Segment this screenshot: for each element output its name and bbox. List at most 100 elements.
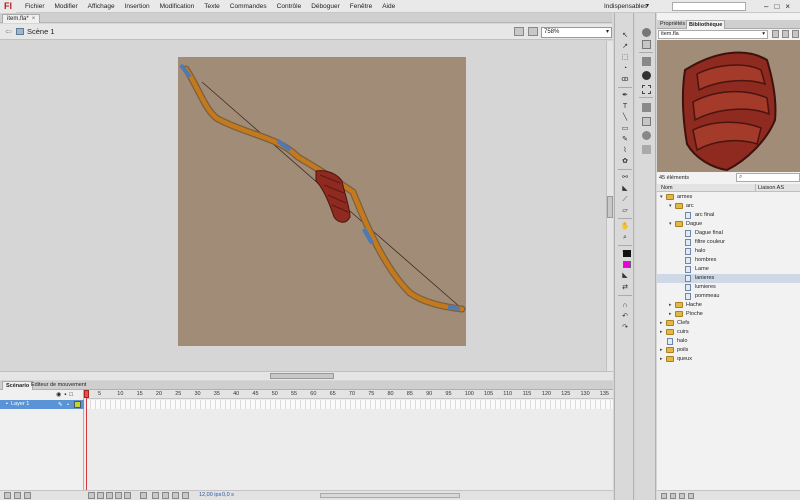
- column-name-header[interactable]: Nom: [661, 184, 673, 192]
- menu-fichier[interactable]: Fichier: [20, 0, 50, 13]
- line-tool-icon[interactable]: ╲: [620, 113, 630, 122]
- column-linkage-header[interactable]: Liaison AS: [755, 184, 784, 192]
- snap-magnet-icon[interactable]: ∩: [620, 301, 630, 310]
- color-panel-icon[interactable]: [642, 28, 651, 37]
- tab-properties[interactable]: Propriétés: [658, 20, 687, 29]
- timeline-scrollbar[interactable]: [320, 493, 460, 498]
- stroke-color-swatch[interactable]: [623, 250, 631, 257]
- next-frame-icon[interactable]: [115, 492, 122, 499]
- bone-tool-icon[interactable]: ⚯: [620, 173, 630, 182]
- delete-icon[interactable]: [688, 493, 694, 499]
- tab-library[interactable]: Bibliothèque: [686, 20, 726, 29]
- back-arrow-icon[interactable]: ⇦: [5, 27, 12, 36]
- play-icon[interactable]: [106, 492, 113, 499]
- timeline-ruler[interactable]: 1510152025303540455055606570758085909510…: [86, 390, 613, 399]
- menu-insertion[interactable]: Insertion: [120, 0, 155, 13]
- help-search-input[interactable]: [672, 2, 746, 11]
- motion-presets-icon[interactable]: [642, 131, 651, 140]
- library-item[interactable]: pommeau: [657, 292, 800, 301]
- new-layer-icon[interactable]: [4, 492, 11, 499]
- new-folder-icon[interactable]: [670, 493, 676, 499]
- new-symbol-icon[interactable]: [661, 493, 667, 499]
- playhead-handle[interactable]: [84, 390, 89, 398]
- menu-affichage[interactable]: Affichage: [83, 0, 120, 13]
- pencil-tool-icon[interactable]: ✎: [620, 135, 630, 144]
- new-library-panel-icon[interactable]: [782, 30, 789, 38]
- scrollbar-thumb[interactable]: [607, 196, 613, 218]
- library-item[interactable]: hombres: [657, 256, 800, 265]
- library-item[interactable]: ▸ poils: [657, 346, 800, 355]
- zoom-tool-icon[interactable]: ⌕: [620, 233, 630, 242]
- first-frame-icon[interactable]: [88, 492, 95, 499]
- library-item[interactable]: Lame: [657, 265, 800, 274]
- timeline-frames[interactable]: [86, 400, 613, 409]
- smooth-icon[interactable]: ↶: [620, 312, 630, 321]
- tab-motion-editor[interactable]: Editeur de mouvement: [28, 381, 89, 390]
- menu-aide[interactable]: Aide: [377, 0, 400, 13]
- onion-outline-icon[interactable]: [162, 492, 169, 499]
- library-search-input[interactable]: ⌕: [736, 173, 800, 182]
- chevron-right-icon[interactable]: ▸: [660, 346, 663, 355]
- info-panel-icon[interactable]: [642, 71, 651, 80]
- workspace-switcher[interactable]: Indispensables: [604, 0, 647, 13]
- align-panel-icon[interactable]: [642, 57, 651, 66]
- deco-tool-icon[interactable]: ✿: [620, 157, 630, 166]
- stage-area[interactable]: [0, 41, 606, 371]
- onion-markers-icon[interactable]: [182, 492, 189, 499]
- zoom-select[interactable]: 758% ▾: [541, 27, 612, 38]
- chevron-down-icon[interactable]: ▾: [660, 193, 663, 202]
- bow-artwork[interactable]: [178, 57, 466, 346]
- library-item[interactable]: ▾ Dague: [657, 220, 800, 229]
- paint-bucket-tool-icon[interactable]: ◣: [620, 184, 630, 193]
- subselection-tool-icon[interactable]: ↗: [620, 42, 630, 51]
- hand-tool-icon[interactable]: ✋: [620, 222, 630, 231]
- eraser-tool-icon[interactable]: ▱: [620, 206, 630, 215]
- library-item[interactable]: ▸ Pioche: [657, 310, 800, 319]
- chevron-right-icon[interactable]: ▸: [660, 355, 663, 364]
- close-icon[interactable]: ×: [32, 16, 36, 22]
- chevron-right-icon[interactable]: ▸: [660, 319, 663, 328]
- loop-icon[interactable]: [140, 492, 147, 499]
- edit-scene-icon[interactable]: [514, 27, 524, 36]
- library-item[interactable]: ▸ Hache: [657, 301, 800, 310]
- library-item[interactable]: Dague final: [657, 229, 800, 238]
- menu-texte[interactable]: Texte: [199, 0, 225, 13]
- straighten-icon[interactable]: ↷: [620, 323, 630, 332]
- playhead[interactable]: [86, 390, 87, 490]
- brush-tool-icon[interactable]: ⌇: [620, 146, 630, 155]
- library-item[interactable]: ▾ armes: [657, 193, 800, 202]
- document-tab[interactable]: item.fla* ×: [2, 14, 41, 23]
- library-item[interactable]: filtre couleur: [657, 238, 800, 247]
- stage-horizontal-scrollbar[interactable]: [0, 371, 613, 380]
- layer-row[interactable]: ▪ Layer 1 ✎ •: [0, 400, 84, 409]
- layer-header-icons[interactable]: ◉▪□: [56, 391, 76, 398]
- library-item[interactable]: ▸ Clefs: [657, 319, 800, 328]
- components-icon[interactable]: [642, 117, 651, 126]
- swap-colors-icon[interactable]: ⇄: [620, 283, 630, 292]
- library-document-select[interactable]: item.fla ▾: [658, 30, 768, 39]
- library-item[interactable]: ▸ queux: [657, 355, 800, 364]
- pencil-icon[interactable]: ✎: [58, 401, 64, 408]
- new-folder-icon[interactable]: [14, 492, 21, 499]
- menu-deboguer[interactable]: Déboguer: [306, 0, 345, 13]
- last-frame-icon[interactable]: [124, 492, 131, 499]
- properties-icon[interactable]: [679, 493, 685, 499]
- delete-icon[interactable]: [24, 492, 31, 499]
- menu-controle[interactable]: Contrôle: [272, 0, 307, 13]
- library-item[interactable]: lanieres: [657, 274, 800, 283]
- eyedropper-tool-icon[interactable]: ⟋: [620, 195, 630, 204]
- scrollbar-thumb[interactable]: [270, 373, 334, 379]
- library-item[interactable]: ▸ cuirs: [657, 328, 800, 337]
- edit-multiple-icon[interactable]: [172, 492, 179, 499]
- library-item[interactable]: halo: [657, 247, 800, 256]
- rectangle-tool-icon[interactable]: ▭: [620, 124, 630, 133]
- pin-library-icon[interactable]: [772, 30, 779, 38]
- chevron-down-icon[interactable]: ▾: [646, 0, 649, 13]
- edit-symbol-icon[interactable]: [528, 27, 538, 36]
- chevron-right-icon[interactable]: ▸: [669, 301, 672, 310]
- menu-modification[interactable]: Modification: [155, 0, 200, 13]
- 3d-rotation-tool-icon[interactable]: ◔: [620, 64, 630, 73]
- free-transform-tool-icon[interactable]: ⬚: [620, 53, 630, 62]
- window-controls[interactable]: –□×: [764, 0, 796, 13]
- menu-modifier[interactable]: Modifier: [50, 0, 83, 13]
